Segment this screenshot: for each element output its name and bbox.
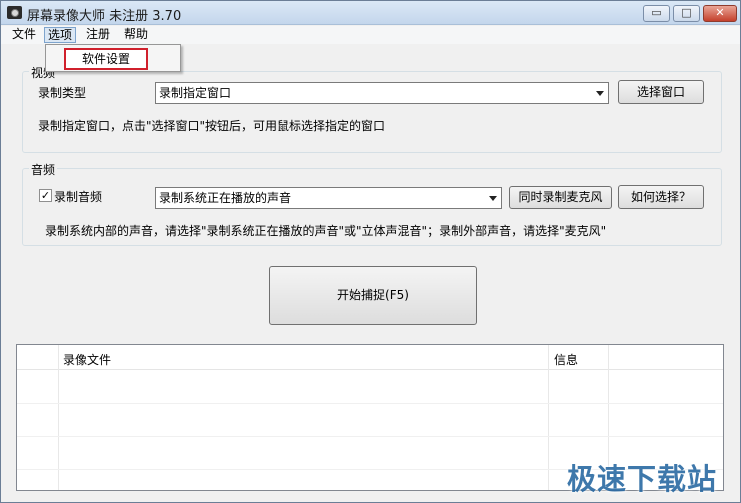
audio-source-select[interactable]: 录制系统正在播放的声音 (155, 187, 502, 209)
record-audio-label: 录制音频 (54, 190, 103, 204)
record-type-label: 录制类型 (38, 86, 87, 100)
window-title: 屏幕录像大师 未注册 3.70 (27, 9, 182, 24)
options-dropdown-menu: 软件设置 (45, 44, 181, 72)
column-info[interactable]: 信息 (554, 351, 578, 368)
start-capture-button[interactable]: 开始捕捉(F5) (269, 266, 477, 325)
audio-group-label: 音频 (29, 161, 58, 178)
record-microphone-button[interactable]: 同时录制麦克风 (509, 186, 612, 209)
menu-bar: 文件 选项 注册 帮助 (1, 26, 740, 44)
how-to-choose-button[interactable]: 如何选择？ (618, 185, 704, 209)
menu-item-software-settings[interactable]: 软件设置 (64, 48, 148, 70)
video-hint-text: 录制指定窗口，点击"选择窗口"按钮后，可用鼠标选择指定的窗口 (38, 119, 386, 133)
menu-help[interactable]: 帮助 (121, 27, 151, 43)
minimize-button[interactable]: ▭ (643, 5, 670, 22)
camera-icon (7, 6, 22, 19)
row-divider (17, 403, 723, 404)
menu-register[interactable]: 注册 (83, 27, 113, 43)
close-button[interactable]: ✕ (703, 5, 737, 22)
list-header: 录像文件 信息 (17, 345, 723, 370)
record-audio-checkbox[interactable]: ✓ (39, 189, 52, 202)
watermark-text: 极速下载站 (567, 462, 718, 496)
menu-file[interactable]: 文件 (9, 27, 39, 43)
audio-source-value: 录制系统正在播放的声音 (159, 191, 292, 205)
column-recording-file[interactable]: 录像文件 (63, 351, 111, 368)
title-bar[interactable]: 屏幕录像大师 未注册 3.70 ▭ □ ✕ (1, 1, 740, 25)
row-divider (17, 436, 723, 437)
main-window: 屏幕录像大师 未注册 3.70 ▭ □ ✕ 文件 选项 注册 帮助 软件设置 视… (0, 0, 741, 503)
audio-hint-text: 录制系统内部的声音，请选择"录制系统正在播放的声音"或"立体声混音"；录制外部声… (45, 224, 607, 238)
record-type-value: 录制指定窗口 (159, 86, 232, 100)
chevron-down-icon (489, 196, 497, 201)
chevron-down-icon (596, 91, 604, 96)
maximize-button[interactable]: □ (673, 5, 700, 22)
select-window-button[interactable]: 选择窗口 (618, 80, 704, 104)
menu-options[interactable]: 选项 (44, 27, 77, 43)
record-type-select[interactable]: 录制指定窗口 (155, 82, 609, 104)
